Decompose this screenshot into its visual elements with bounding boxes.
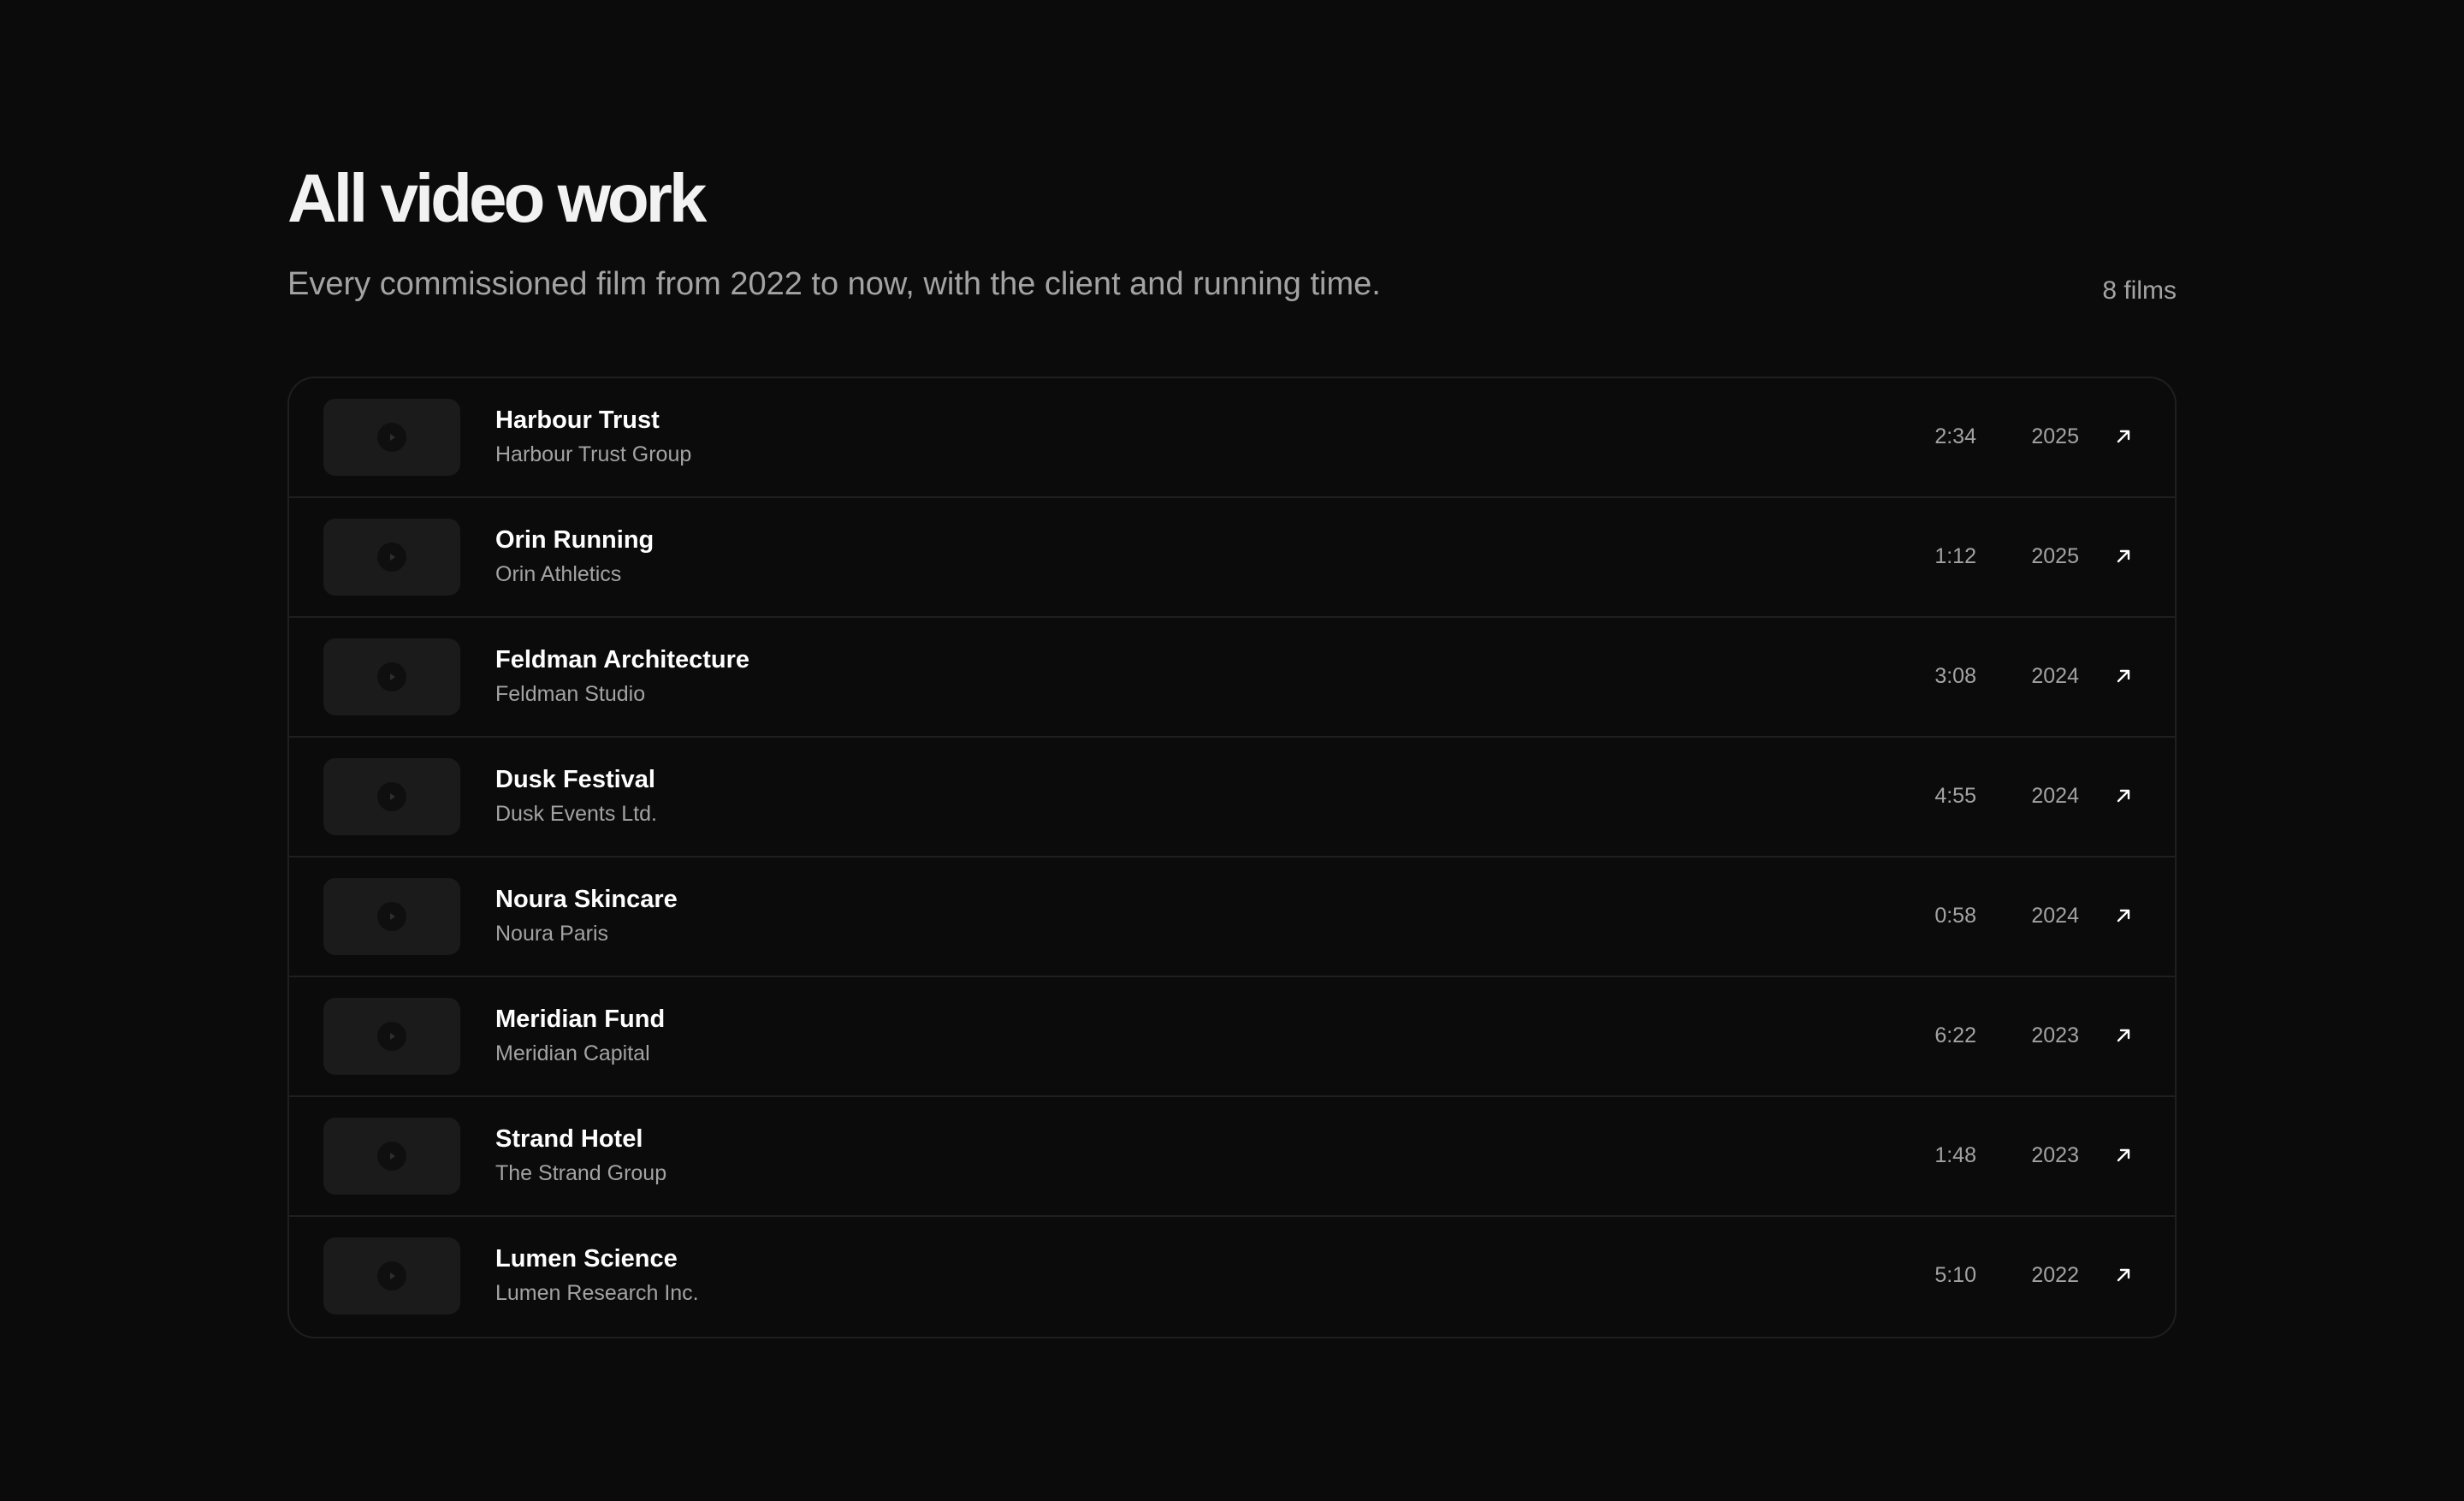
film-duration: 1:12: [1934, 544, 1976, 568]
arrow-up-right-icon[interactable]: [2106, 419, 2141, 454]
film-duration: 6:22: [1934, 1023, 1976, 1047]
film-client: Feldman Studio: [495, 682, 646, 706]
play-icon: [377, 902, 406, 931]
film-client: Dusk Events Ltd.: [495, 802, 657, 826]
film-row[interactable]: Feldman Architecture Feldman Studio 3:08…: [289, 618, 2175, 738]
film-client: Meridian Capital: [495, 1041, 650, 1065]
film-thumbnail[interactable]: [323, 998, 460, 1075]
film-thumbnail[interactable]: [323, 399, 460, 476]
film-row[interactable]: Lumen Science Lumen Research Inc. 5:10 2…: [289, 1217, 2175, 1335]
film-client: Harbour Trust Group: [495, 442, 692, 466]
page-title: All video work: [287, 160, 707, 236]
film-year: 2024: [2031, 664, 2079, 688]
film-year: 2024: [2031, 784, 2079, 808]
film-thumbnail[interactable]: [323, 1118, 460, 1195]
film-year: 2023: [2031, 1023, 2079, 1047]
play-icon: [377, 1261, 406, 1290]
arrow-up-right-icon[interactable]: [2106, 539, 2141, 573]
film-title: Lumen Science: [495, 1245, 678, 1273]
film-list: Harbour Trust Harbour Trust Group 2:34 2…: [287, 377, 2177, 1338]
film-year: 2022: [2031, 1263, 2079, 1287]
film-thumbnail[interactable]: [323, 519, 460, 596]
film-row[interactable]: Harbour Trust Harbour Trust Group 2:34 2…: [289, 378, 2175, 498]
arrow-up-right-icon[interactable]: [2106, 1258, 2141, 1292]
play-icon: [377, 1022, 406, 1051]
play-icon: [377, 782, 406, 811]
film-duration: 2:34: [1934, 424, 1976, 448]
film-year: 2023: [2031, 1143, 2079, 1167]
film-row[interactable]: Strand Hotel The Strand Group 1:48 2023: [289, 1097, 2175, 1217]
arrow-up-right-icon[interactable]: [2106, 899, 2141, 933]
film-thumbnail[interactable]: [323, 878, 460, 955]
film-year: 2024: [2031, 904, 2079, 928]
film-client: Lumen Research Inc.: [495, 1281, 699, 1305]
film-title: Harbour Trust: [495, 406, 660, 434]
film-client: Noura Paris: [495, 922, 608, 946]
film-row[interactable]: Noura Skincare Noura Paris 0:58 2024: [289, 857, 2175, 977]
arrow-up-right-icon[interactable]: [2106, 1138, 2141, 1172]
film-title: Strand Hotel: [495, 1125, 643, 1153]
film-duration: 5:10: [1934, 1263, 1976, 1287]
film-title: Orin Running: [495, 526, 654, 554]
arrow-up-right-icon[interactable]: [2106, 1018, 2141, 1053]
play-icon: [377, 662, 406, 691]
film-title: Meridian Fund: [495, 1006, 666, 1033]
play-icon: [377, 1142, 406, 1171]
arrow-up-right-icon[interactable]: [2106, 779, 2141, 813]
film-title: Noura Skincare: [495, 886, 678, 913]
play-icon: [377, 423, 406, 452]
film-row[interactable]: Meridian Fund Meridian Capital 6:22 2023: [289, 977, 2175, 1097]
film-year: 2025: [2031, 424, 2079, 448]
film-client: The Strand Group: [495, 1161, 667, 1185]
film-duration: 1:48: [1934, 1143, 1976, 1167]
page-subtitle: Every commissioned film from 2022 to now…: [287, 266, 1381, 302]
film-title: Feldman Architecture: [495, 646, 750, 673]
film-year: 2025: [2031, 544, 2079, 568]
play-icon: [377, 543, 406, 572]
film-duration: 3:08: [1934, 664, 1976, 688]
film-row[interactable]: Orin Running Orin Athletics 1:12 2025: [289, 498, 2175, 618]
film-title: Dusk Festival: [495, 766, 655, 793]
film-thumbnail[interactable]: [323, 1237, 460, 1314]
film-client: Orin Athletics: [495, 562, 622, 586]
film-thumbnail[interactable]: [323, 638, 460, 715]
film-count: 8 films: [2102, 276, 2177, 305]
film-row[interactable]: Dusk Festival Dusk Events Ltd. 4:55 2024: [289, 738, 2175, 857]
film-duration: 0:58: [1934, 904, 1976, 928]
arrow-up-right-icon[interactable]: [2106, 659, 2141, 693]
film-thumbnail[interactable]: [323, 758, 460, 835]
film-duration: 4:55: [1934, 784, 1976, 808]
